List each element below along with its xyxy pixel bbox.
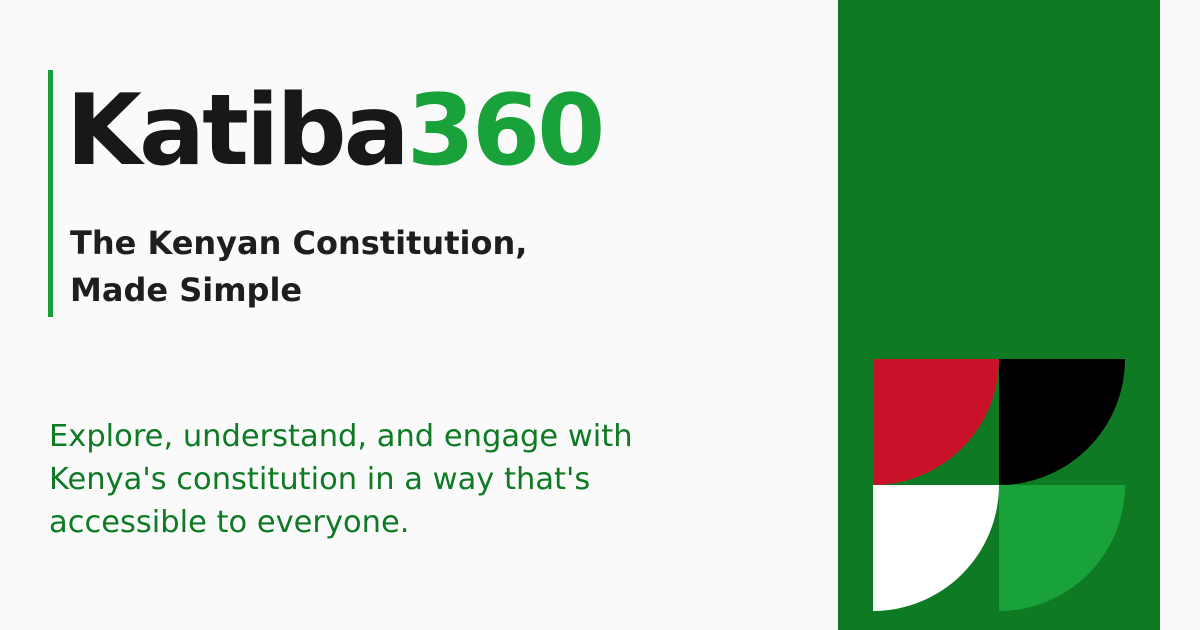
green-quarter-circle [999, 485, 1125, 611]
black-quarter-circle [999, 359, 1125, 485]
description-line: Kenya's constitution in a way that's [49, 462, 591, 497]
description: Explore, understand, and engage with Ken… [49, 415, 633, 544]
flag-colors-logo-mark-graphic [873, 359, 1125, 611]
red-quarter-circle [873, 359, 999, 485]
white-quarter-circle [873, 485, 999, 611]
accent-bar [48, 70, 53, 317]
description-line: accessible to everyone. [49, 505, 410, 540]
tagline-line: Made Simple [70, 271, 303, 309]
flag-colors-logo-mark [873, 359, 1125, 611]
brand-title: Katiba360 [66, 72, 606, 190]
brand-number: 360 [406, 74, 606, 188]
tagline-line: The Kenyan Constitution, [70, 224, 528, 262]
description-line: Explore, understand, and engage with [49, 419, 633, 454]
tagline: The Kenyan Constitution, Made Simple [70, 220, 527, 314]
brand-name: Katiba [66, 74, 410, 188]
